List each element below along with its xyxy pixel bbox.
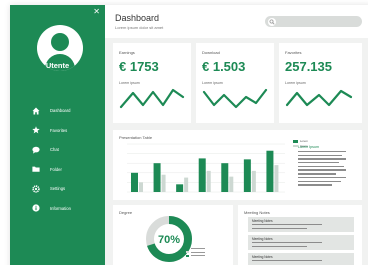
sidebar-item-folder[interactable]: Folder [10,160,105,180]
note-title: Meeting Notes [252,255,273,259]
note-title: Meeting Notes [252,219,273,223]
bar-primary [266,150,274,192]
bar-secondary [184,177,189,192]
gauge-legend [186,247,205,258]
sidebar-item-label: Chat [50,147,59,153]
header: Dashboard Lorem ipsum dolor sit amet [105,5,368,38]
search-icon[interactable] [268,17,276,26]
legend-swatch [293,140,298,143]
stat-value: € 1753 [119,59,159,74]
info-icon [32,204,40,212]
bar-secondary [251,170,256,192]
gauge-card: Degree 70% [113,205,233,265]
sparkline [202,88,268,109]
stat-card-download: Download € 1.503 Lorem ipsum [196,43,274,123]
bar-primary [131,172,138,192]
sidebar-item-favorites[interactable]: Favorites [10,121,105,141]
page-subtitle: Lorem ipsum dolor sit amet [115,25,164,30]
sidebar-item-settings[interactable]: Settings [10,179,105,199]
note-item[interactable]: Meeting Notes [248,235,354,250]
bar-primary [198,158,206,192]
note-item[interactable]: Meeting Notes [248,253,354,265]
stat-caption: Lorem ipsum [285,81,306,85]
sidebar: ✕ Utente Dashboard Favorites Chat Folder… [10,5,105,265]
note-title: Meeting Notes [252,237,273,241]
note-item[interactable]: Meeting Notes [248,217,354,232]
stat-value: € 1.503 [202,59,246,74]
chart-side-title: Lorem Ipsum [298,145,319,149]
bar-secondary [229,176,234,192]
page-title: Dashboard [115,13,160,23]
sidebar-nav: Dashboard Favorites Chat Folder Settings [10,101,105,218]
sidebar-item-chat[interactable]: Chat [10,140,105,160]
folder-icon [32,165,40,173]
sidebar-item-label: Information [50,205,71,211]
notes-card: Meeting Notes Meeting Notes Meeting Note… [238,205,362,265]
sidebar-item-label: Settings [50,186,66,192]
stat-card-favorites: Favorites 257.135 Lorem ipsum [279,43,362,123]
stat-card-earnings: Earnings € 1753 Lorem ipsum [113,43,191,123]
gear-icon [32,185,40,193]
star-icon [32,126,40,134]
sidebar-item-label: Favorites [50,127,68,133]
sidebar-item-information[interactable]: Information [10,199,105,219]
bar-secondary [206,170,211,192]
chart-side-text [298,151,346,188]
bar-primary [221,163,229,192]
sidebar-item-label: Dashboard [50,108,71,114]
sparkline [285,89,353,107]
gauge-label: Degree [119,210,133,215]
stat-label: Favorites [285,50,302,55]
bar-primary [243,159,251,192]
stat-label: Download [202,50,220,55]
home-icon [32,107,40,115]
chart-card: Presentation Table Lorem Ipsum Lorem Ips… [113,130,362,200]
user-name: Utente [45,61,70,70]
stat-label: Earnings [119,50,135,55]
bar-secondary [274,165,279,192]
avatar-head [51,33,69,51]
notes-title: Meeting Notes [244,210,270,215]
stat-caption: Lorem ipsum [202,81,223,85]
bar-secondary [161,174,166,192]
gauge-value: 70% [158,234,180,246]
legend-label: Lorem [300,139,308,144]
stat-value: 257.135 [285,59,332,74]
search-input[interactable] [265,16,362,27]
close-icon[interactable]: ✕ [93,7,100,16]
sidebar-item-label: Folder [50,166,62,172]
stat-caption: Lorem ipsum [119,81,140,85]
bar-secondary [139,182,143,192]
sparkline [119,88,185,109]
chat-bubble-icon [32,146,40,154]
bar-primary [153,163,161,192]
sidebar-item-dashboard[interactable]: Dashboard [10,101,105,121]
bar-primary [176,184,184,192]
